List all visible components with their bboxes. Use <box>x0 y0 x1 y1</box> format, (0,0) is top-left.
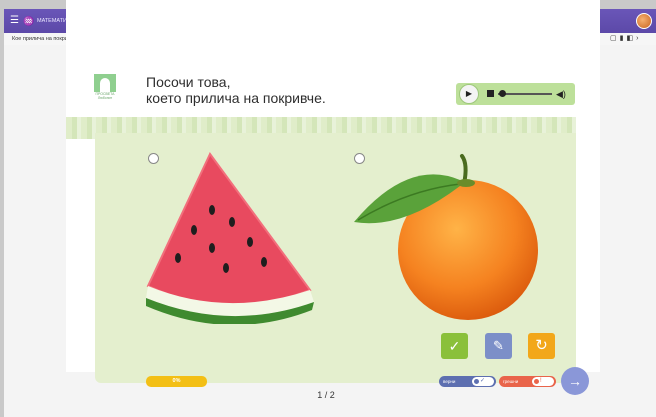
answer-radio-orange[interactable] <box>354 153 365 164</box>
check-button[interactable]: ✓ <box>441 333 468 359</box>
audio-player: ▶ ◀) <box>456 83 575 105</box>
book-logo-mark <box>94 74 116 92</box>
check-icon: ✓ <box>480 378 486 384</box>
screen: ☰ ♒ МАТЕМАТИКА | 3 – 4 г. | Чуден свят |… <box>0 0 656 417</box>
view-tools[interactable]: ▢▮◧› <box>610 34 641 44</box>
next-button[interactable]: → <box>561 367 589 395</box>
app-logo[interactable]: ♒ <box>23 15 34 27</box>
toggle-correct-answers[interactable]: верни ✓ <box>439 376 496 387</box>
progress-bar: 0% <box>146 376 207 387</box>
toggle-correct-knob <box>474 379 479 384</box>
answer-radio-watermelon[interactable] <box>148 153 159 164</box>
audio-progress-track[interactable] <box>498 93 552 95</box>
volume-icon[interactable]: ◀) <box>556 87 566 101</box>
page-indicator: 1 / 2 <box>317 390 335 400</box>
toggle-wrong-switch[interactable]: ! <box>532 377 554 386</box>
audio-progress-handle[interactable] <box>499 90 506 97</box>
book-logo: ПРОСВЕТА Любопит <box>94 74 116 100</box>
toggle-correct-switch[interactable]: ✓ <box>472 377 494 386</box>
watermelon-image[interactable] <box>146 152 316 324</box>
play-button[interactable]: ▶ <box>459 84 479 104</box>
orange-image[interactable] <box>348 150 546 324</box>
task-prompt-line-2: което прилича на покривче. <box>146 90 326 106</box>
task-prompt-line-1: Посочи това, <box>146 74 231 90</box>
book-logo-text: ПРОСВЕТА Любопит <box>95 92 115 100</box>
avatar[interactable] <box>636 13 652 29</box>
hamburger-icon[interactable]: ☰ <box>10 15 19 27</box>
task-prompt: Посочи това, което прилича на покривче. <box>146 74 326 106</box>
stop-button[interactable] <box>487 90 494 97</box>
toggle-wrong-knob <box>534 379 539 384</box>
toggle-wrong-label: грешни <box>503 379 519 384</box>
reset-button[interactable]: ↻ <box>528 333 555 359</box>
alert-icon: ! <box>540 378 542 384</box>
toggle-wrong-answers[interactable]: грешни ! <box>499 376 556 387</box>
tool-button[interactable]: ✎ <box>485 333 512 359</box>
toggle-correct-label: верни <box>443 379 456 384</box>
